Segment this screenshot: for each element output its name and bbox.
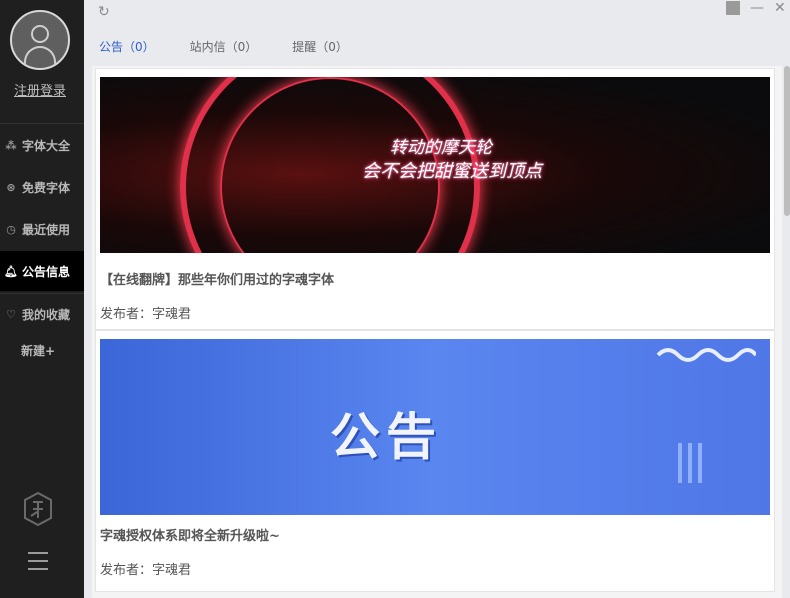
sidebar: 注册登录 ⁂ 字体大全 ⊛ 免费字体 ◷ 最近使用 🔔︎ 公告信息 ♡ 我的收藏… — [0, 0, 84, 598]
announcement-image: 公告 — [100, 339, 770, 515]
tab-reminders[interactable]: 提醒（0） — [292, 28, 348, 62]
sidebar-item-label: 免费字体 — [22, 180, 71, 195]
sidebar-item-label: 字体大全 — [22, 138, 71, 153]
clock-icon: ◷ — [6, 222, 16, 236]
banner-caption: 会不会把甜蜜送到顶点 — [362, 161, 542, 182]
banner-heading: 公告 — [330, 408, 442, 466]
tab-site-messages[interactable]: 站内信（0） — [190, 28, 258, 62]
sidebar-item-all-fonts[interactable]: ⁂ 字体大全 — [0, 125, 84, 165]
bell-icon: 🔔︎ — [4, 264, 18, 278]
login-link[interactable]: 注册登录 — [0, 80, 80, 99]
sidebar-item-label: 我的收藏 — [22, 307, 71, 322]
sidebar-item-favorites[interactable]: ♡ 我的收藏 — [0, 294, 84, 334]
coin-icon: ⊛ — [6, 180, 16, 194]
tab-announcements[interactable]: 公告（0） — [99, 28, 155, 62]
scrollbar[interactable] — [784, 66, 790, 216]
sidebar-item-recent[interactable]: ◷ 最近使用 — [0, 209, 84, 249]
avatar[interactable] — [10, 10, 70, 70]
banner-caption: 转动的摩天轮 — [390, 138, 492, 158]
announcement-card[interactable]: 公告 字魂授权体系即将全新升级啦~ 发布者：字魂君 — [95, 330, 775, 592]
sidebar-item-announcements[interactable]: 🔔︎ 公告信息 — [0, 251, 84, 291]
heart-icon: ♡ — [6, 307, 16, 321]
grid-icon: ⁂ — [5, 138, 17, 152]
sidebar-item-label: 最近使用 — [22, 222, 71, 237]
announcement-publisher: 发布者：字魂君 — [100, 307, 192, 322]
announcement-image: 转动的摩天轮 会不会把甜蜜送到顶点 — [100, 77, 770, 253]
pin-icon[interactable] — [726, 1, 740, 15]
hamburger-menu-icon[interactable] — [28, 552, 48, 570]
refresh-icon[interactable]: ↻ — [98, 4, 110, 20]
announcement-publisher: 发布者：字魂君 — [100, 563, 192, 578]
announcement-card[interactable]: 转动的摩天轮 会不会把甜蜜送到顶点 【在线翻牌】那些年你们用过的字魂字体 发布者… — [95, 68, 775, 330]
announcement-title[interactable]: 字魂授权体系即将全新升级啦~ — [100, 525, 280, 544]
app-logo-icon — [24, 492, 52, 526]
announcement-list: 转动的摩天轮 会不会把甜蜜送到顶点 【在线翻牌】那些年你们用过的字魂字体 发布者… — [92, 66, 782, 598]
divider — [0, 123, 84, 124]
announcement-title[interactable]: 【在线翻牌】那些年你们用过的字魂字体 — [100, 269, 334, 288]
stripes-decoration-icon — [678, 443, 702, 483]
close-icon[interactable]: ✕ — [774, 0, 786, 16]
tab-bar: 公告（0） 站内信（0） 提醒（0） — [84, 28, 368, 62]
minimize-icon[interactable]: — — [750, 0, 764, 16]
sidebar-item-label: 公告信息 — [22, 264, 71, 279]
sidebar-item-free-fonts[interactable]: ⊛ 免费字体 — [0, 167, 84, 207]
wave-decoration-icon — [656, 348, 756, 362]
user-body-icon — [24, 46, 56, 68]
user-head-icon — [31, 25, 49, 43]
new-button[interactable]: 新建+ — [21, 342, 55, 359]
